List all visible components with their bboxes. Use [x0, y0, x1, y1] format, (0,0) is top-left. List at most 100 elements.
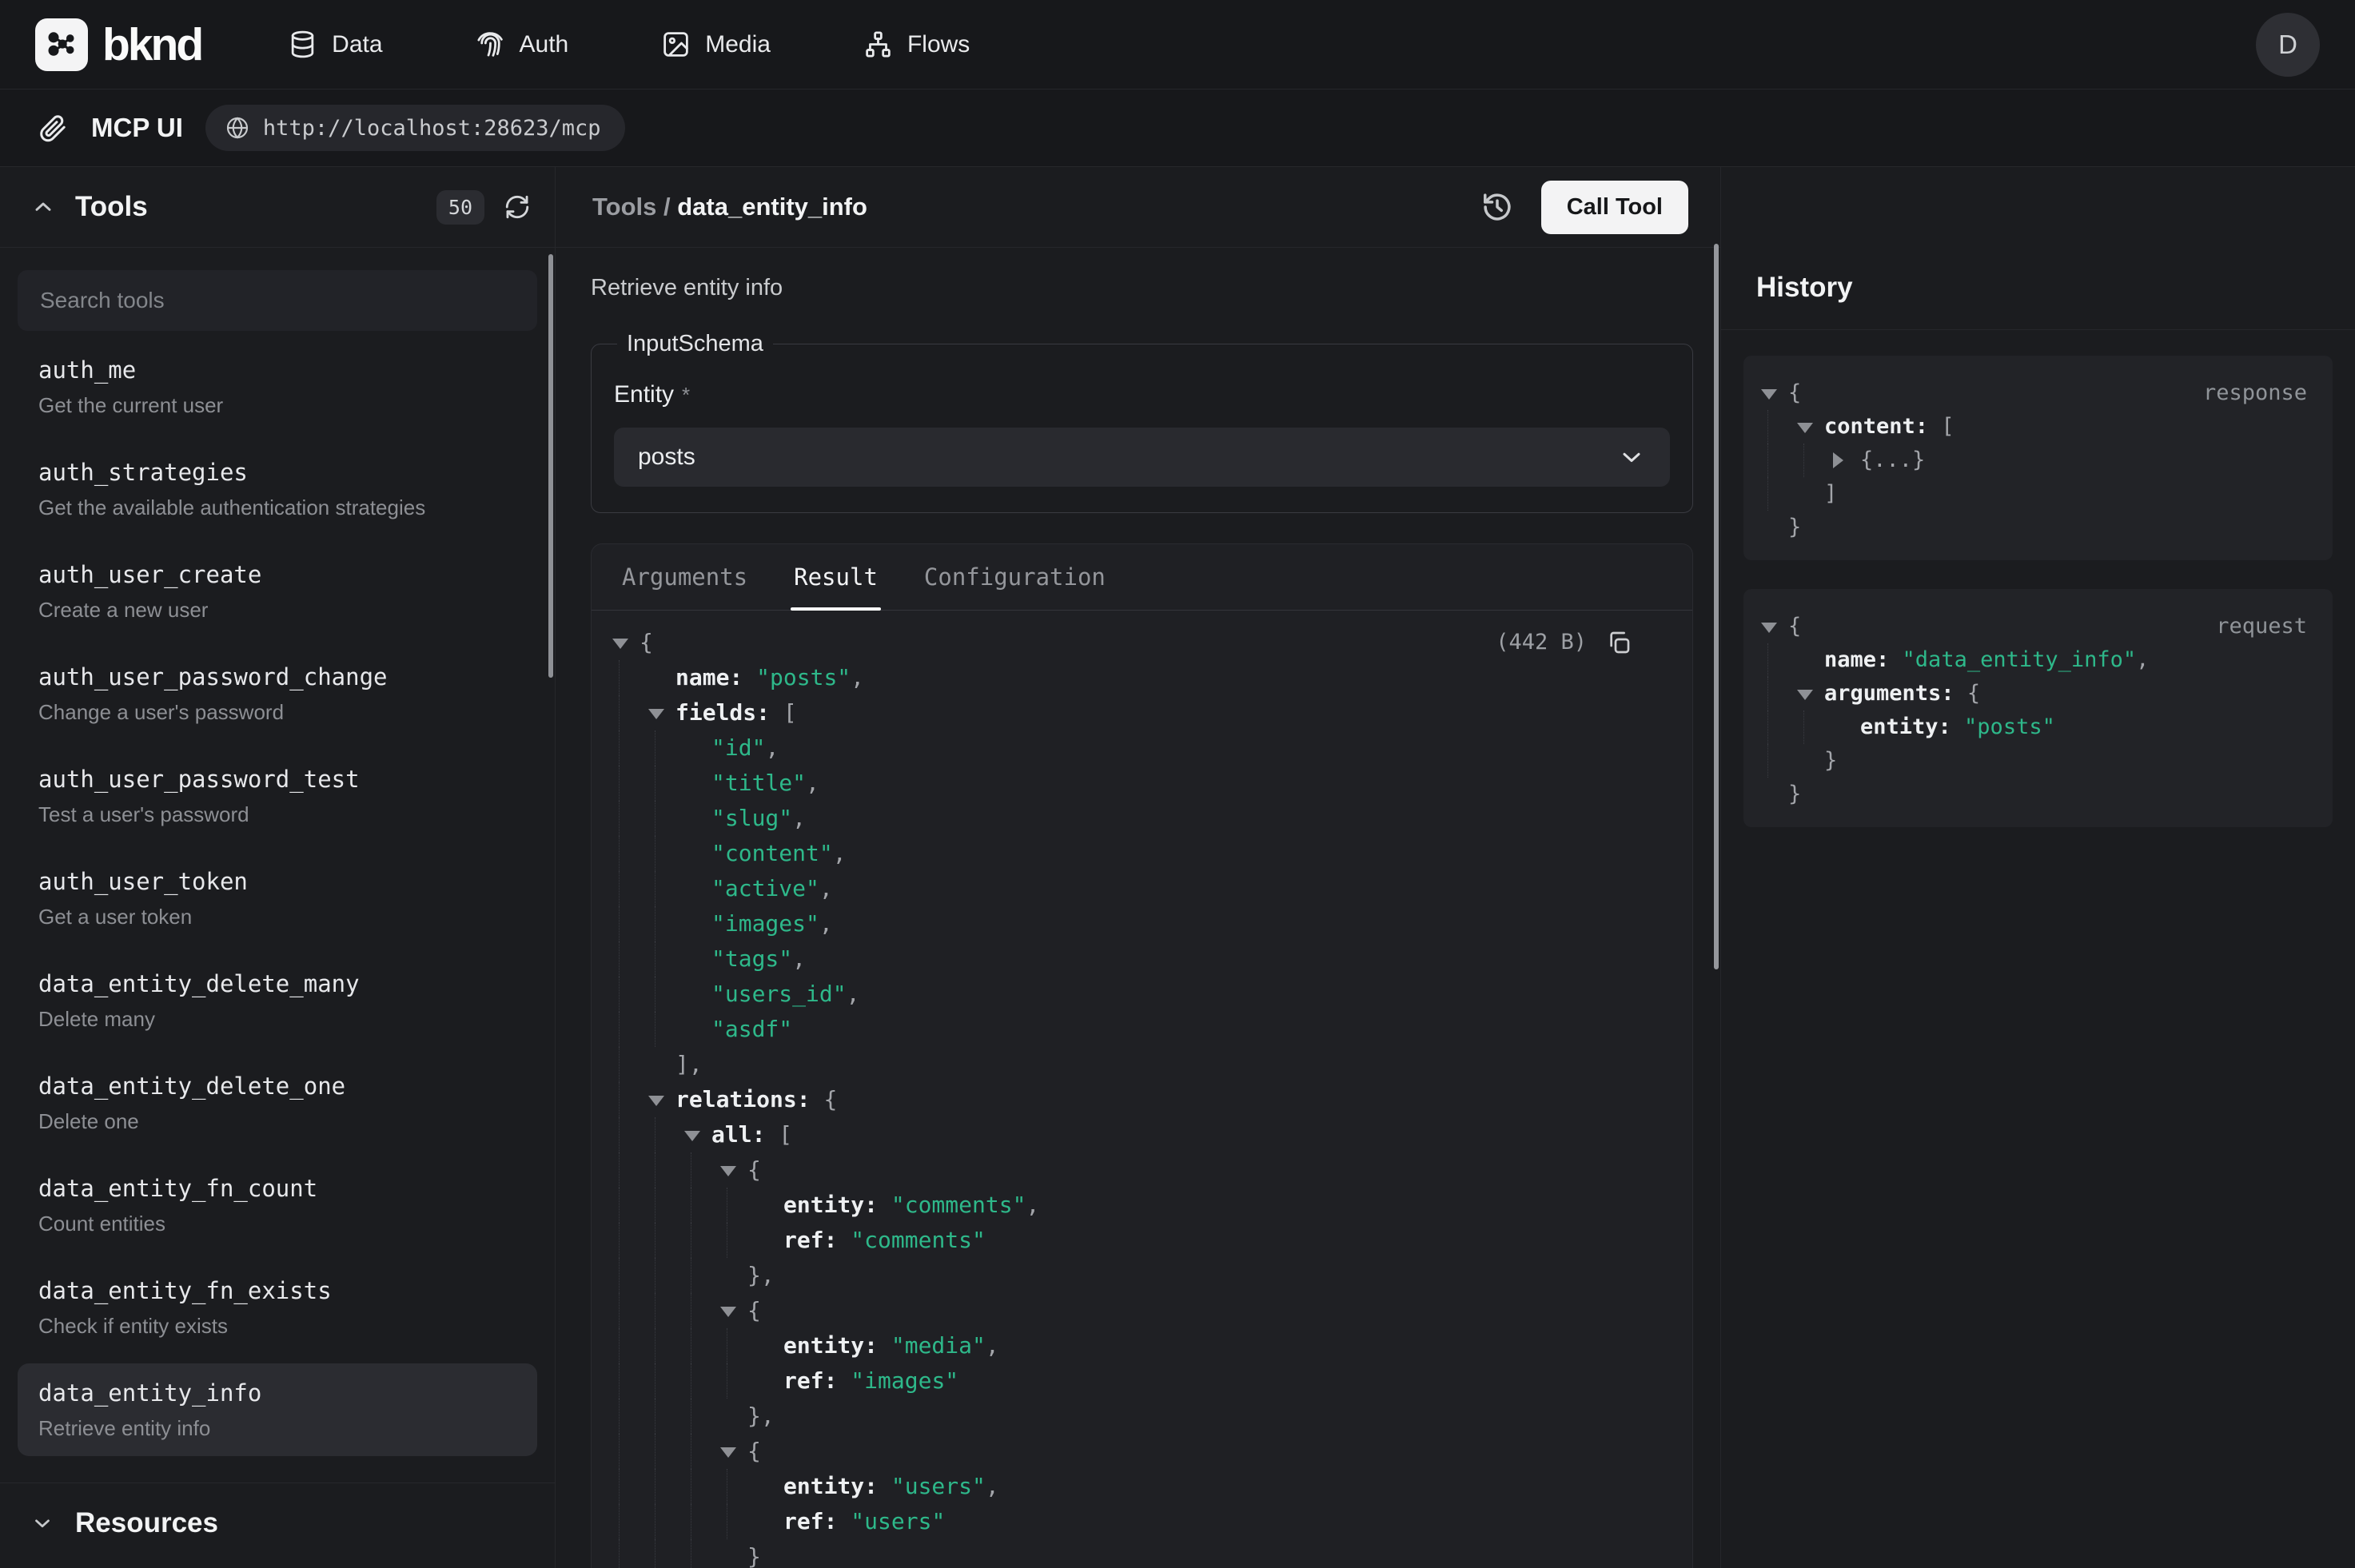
indent-guide [619, 1012, 620, 1047]
tool-list-item[interactable]: data_entity_delete_many Delete many [18, 954, 537, 1047]
tool-list-item[interactable]: data_entity_fn_exists Check if entity ex… [18, 1261, 537, 1354]
collapse-toggle-open[interactable] [720, 1307, 736, 1317]
collapse-toggle-open[interactable] [1761, 389, 1777, 400]
json-line: {request [1759, 610, 2309, 643]
resources-section-header[interactable]: Resources [0, 1482, 555, 1568]
collapse-toggle-open[interactable] [720, 1166, 736, 1176]
json-punct: { [1788, 380, 1801, 405]
json-punct: } [1824, 748, 1837, 773]
json-line: entity: "comments", [611, 1188, 1664, 1223]
tool-list-item[interactable]: auth_me Get the current user [18, 340, 537, 433]
tool-name: data_entity_delete_one [38, 1073, 516, 1100]
collapse-toggle-open[interactable] [1797, 690, 1813, 700]
json-punct: , [765, 734, 779, 761]
search-input[interactable] [18, 270, 537, 331]
nav-item-flows[interactable]: Flows [863, 30, 970, 59]
tool-list-item[interactable]: auth_user_create Create a new user [18, 545, 537, 638]
history-entry-response[interactable]: {responsecontent: [{...}]} [1743, 356, 2333, 560]
nav-item-media[interactable]: Media [661, 30, 771, 59]
tool-list-item[interactable]: auth_user_token Get a user token [18, 852, 537, 945]
input-schema-legend: InputSchema [617, 331, 773, 357]
tool-name: auth_user_password_test [38, 766, 516, 793]
collapse-toggle-closed[interactable] [1833, 452, 1843, 468]
json-punct: , [806, 770, 819, 796]
indent-guide [1767, 643, 1768, 677]
refresh-tools-button[interactable] [504, 193, 531, 221]
tab-result[interactable]: Result [794, 544, 878, 610]
json-line: name: "data_entity_info", [1759, 643, 2309, 677]
tool-name: data_entity_delete_many [38, 970, 516, 997]
entity-select[interactable]: posts [614, 428, 1670, 487]
user-avatar[interactable]: D [2256, 13, 2320, 77]
tool-name: data_entity_info [38, 1379, 516, 1407]
json-line: } [611, 1539, 1664, 1568]
indent-guide [1803, 444, 1804, 477]
tool-list-item[interactable]: data_entity_fn_count Count entities [18, 1159, 537, 1252]
tool-description: Test a user's password [38, 802, 516, 826]
history-entry-request[interactable]: {requestname: "data_entity_info",argumen… [1743, 589, 2333, 827]
json-string: "id" [711, 734, 765, 761]
json-key: ref: [783, 1508, 851, 1534]
collapse-toggle-open[interactable] [684, 1131, 700, 1141]
breadcrumb-section: Tools / [592, 193, 677, 221]
tab-arguments[interactable]: Arguments [622, 544, 747, 610]
history-title: History [1756, 272, 2320, 304]
tools-section-header[interactable]: Tools 50 [0, 167, 555, 248]
tool-description: Check if entity exists [38, 1314, 516, 1338]
collapse-toggle-open[interactable] [720, 1447, 736, 1458]
indent-guide [619, 1117, 620, 1152]
tool-list-item[interactable]: auth_user_password_change Change a user'… [18, 647, 537, 740]
tool-list-item[interactable]: auth_strategies Get the available authen… [18, 443, 537, 535]
json-punct: ] [1824, 481, 1837, 506]
tool-description: Retrieve entity info [38, 1416, 516, 1440]
nav-item-auth[interactable]: Auth [476, 30, 569, 59]
copy-button[interactable] [1606, 630, 1632, 655]
tab-configuration[interactable]: Configuration [924, 544, 1106, 610]
json-line: "title", [611, 766, 1664, 801]
collapse-toggle-open[interactable] [648, 1096, 664, 1106]
json-punct: , [792, 945, 806, 972]
sidebar-scrollbar-thumb[interactable] [548, 254, 553, 678]
json-string: "asdf" [711, 1016, 792, 1042]
indent-guide [619, 1399, 620, 1434]
json-line: {(442 B) [611, 625, 1664, 660]
json-line: name: "posts", [611, 660, 1664, 695]
json-line: {...} [1759, 444, 2309, 477]
tool-detail-body: Retrieve entity info InputSchema Entity*… [556, 248, 1720, 1568]
entry-kind-label: response [2203, 376, 2307, 410]
json-line: { response [1759, 376, 2309, 410]
json-line: "content", [611, 836, 1664, 871]
tab-row: Arguments Result Configuration [592, 544, 1692, 611]
indent-guide [1767, 744, 1768, 778]
json-line: entity: "media", [611, 1328, 1664, 1363]
call-tool-button[interactable]: Call Tool [1541, 181, 1688, 234]
mcp-url-pill[interactable]: http://localhost:28623/mcp [205, 105, 625, 151]
main-scrollbar-thumb[interactable] [1714, 244, 1719, 969]
json-punct: { [823, 1086, 837, 1112]
history-entries: {responsecontent: [{...}]}{requestname: … [1721, 330, 2355, 853]
collapse-toggle-open[interactable] [612, 639, 628, 649]
json-line: content: [ [1759, 410, 2309, 444]
collapse-toggle-open[interactable] [1761, 623, 1777, 633]
tool-list-item[interactable]: data_entity_info Retrieve entity info [18, 1363, 537, 1456]
collapse-toggle-open[interactable] [1797, 423, 1813, 433]
collapse-toggle-open[interactable] [648, 709, 664, 719]
json-punct: [ [779, 1121, 792, 1148]
json-line: }, [611, 1258, 1664, 1293]
indent-guide [619, 906, 620, 941]
nav-item-data[interactable]: Data [288, 30, 382, 59]
history-button[interactable] [1480, 190, 1514, 224]
fingerprint-icon [476, 30, 505, 59]
json-punct: { [1967, 681, 1980, 706]
tool-list-item[interactable]: auth_user_password_test Test a user's pa… [18, 750, 537, 842]
chevron-down-icon [30, 1511, 54, 1535]
json-line: ref: "comments" [611, 1223, 1664, 1258]
result-json-tree: {(442 B)name: "posts",fields: ["id","tit… [592, 611, 1692, 1568]
indent-guide [619, 1293, 620, 1328]
brand[interactable]: bknd [35, 18, 201, 71]
json-string: "posts" [756, 664, 851, 690]
indent-guide [619, 1469, 620, 1504]
indent-guide [619, 1152, 620, 1188]
tool-list-item[interactable]: data_entity_delete_one Delete one [18, 1057, 537, 1149]
json-line: } [1759, 744, 2309, 778]
